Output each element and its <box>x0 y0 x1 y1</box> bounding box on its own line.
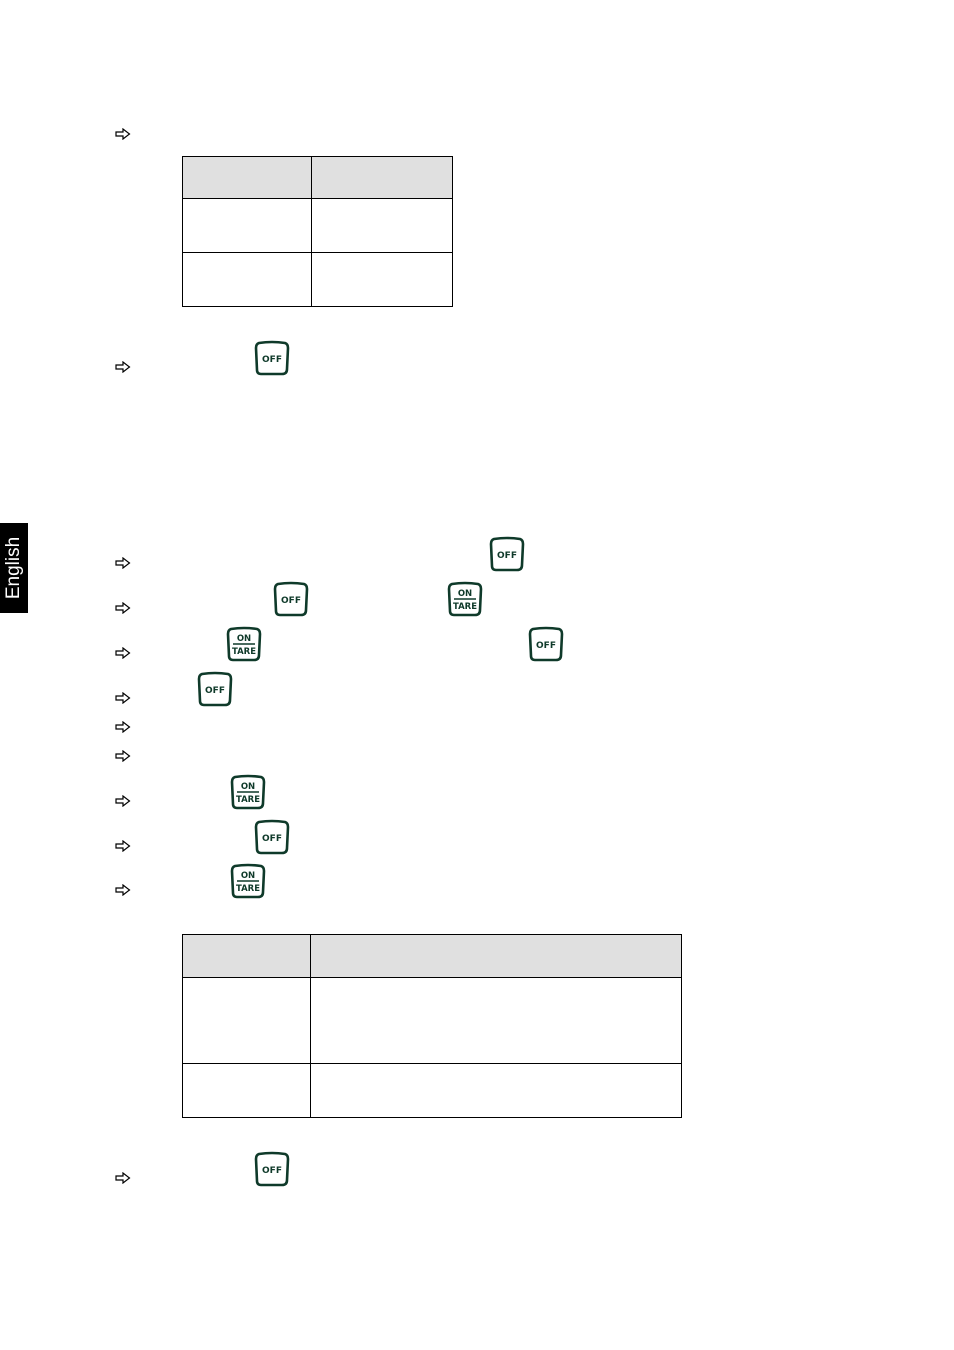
table-header-cell <box>182 934 311 978</box>
off-key-icon: OFF <box>254 1151 288 1185</box>
svg-text:TARE: TARE <box>232 647 256 657</box>
off-key-icon: OFF <box>489 536 523 570</box>
table-header-cell <box>182 156 312 199</box>
svg-text:ON: ON <box>241 871 255 881</box>
off-key-icon: OFF <box>254 340 288 374</box>
table-row <box>182 198 453 253</box>
language-tab-label: English <box>3 536 24 600</box>
step-arrow-icon <box>115 128 131 140</box>
table-header-cell <box>311 156 453 199</box>
on-tare-key-icon: ON TARE <box>226 626 260 660</box>
off-key-icon: OFF <box>528 626 562 660</box>
svg-text:ON: ON <box>458 589 472 599</box>
step-arrow-icon <box>115 602 131 614</box>
table-cell <box>310 1063 682 1118</box>
on-tare-key-icon: ON TARE <box>230 863 264 897</box>
on-tare-key-icon: ON TARE <box>230 774 264 808</box>
svg-text:ON: ON <box>237 634 251 644</box>
language-tab: English <box>0 523 28 613</box>
table-cell <box>311 198 453 253</box>
step-arrow-icon <box>115 647 131 659</box>
on-tare-key-icon: ON TARE <box>447 581 481 615</box>
svg-text:ON: ON <box>241 782 255 792</box>
svg-text:OFF: OFF <box>205 686 225 696</box>
off-key-icon: OFF <box>254 819 288 853</box>
step-arrow-icon <box>115 750 131 762</box>
step-arrow-icon <box>115 884 131 896</box>
svg-text:OFF: OFF <box>281 596 301 606</box>
table-cell <box>182 1063 311 1118</box>
table-cell <box>182 977 311 1064</box>
table-row <box>182 252 453 307</box>
svg-text:OFF: OFF <box>536 641 556 651</box>
step-arrow-icon <box>115 361 131 373</box>
step-arrow-icon <box>115 692 131 704</box>
svg-text:OFF: OFF <box>262 355 282 365</box>
table-cell <box>311 252 453 307</box>
step-arrow-icon <box>115 721 131 733</box>
svg-text:OFF: OFF <box>262 834 282 844</box>
step-arrow-icon <box>115 795 131 807</box>
info-table-1 <box>182 156 453 307</box>
svg-text:TARE: TARE <box>236 884 260 894</box>
table-header-cell <box>310 934 682 978</box>
off-key-icon: OFF <box>273 581 307 615</box>
table-row <box>182 977 682 1064</box>
step-arrow-icon <box>115 1172 131 1184</box>
svg-text:OFF: OFF <box>497 551 517 561</box>
info-table-2 <box>182 934 682 1118</box>
step-arrow-icon <box>115 840 131 852</box>
off-key-icon: OFF <box>197 671 231 705</box>
table-row <box>182 1063 682 1118</box>
table-cell <box>310 977 682 1064</box>
svg-text:OFF: OFF <box>262 1166 282 1176</box>
table-cell <box>182 198 312 253</box>
step-arrow-icon <box>115 557 131 569</box>
svg-text:TARE: TARE <box>453 602 477 612</box>
table-cell <box>182 252 312 307</box>
svg-text:TARE: TARE <box>236 795 260 805</box>
